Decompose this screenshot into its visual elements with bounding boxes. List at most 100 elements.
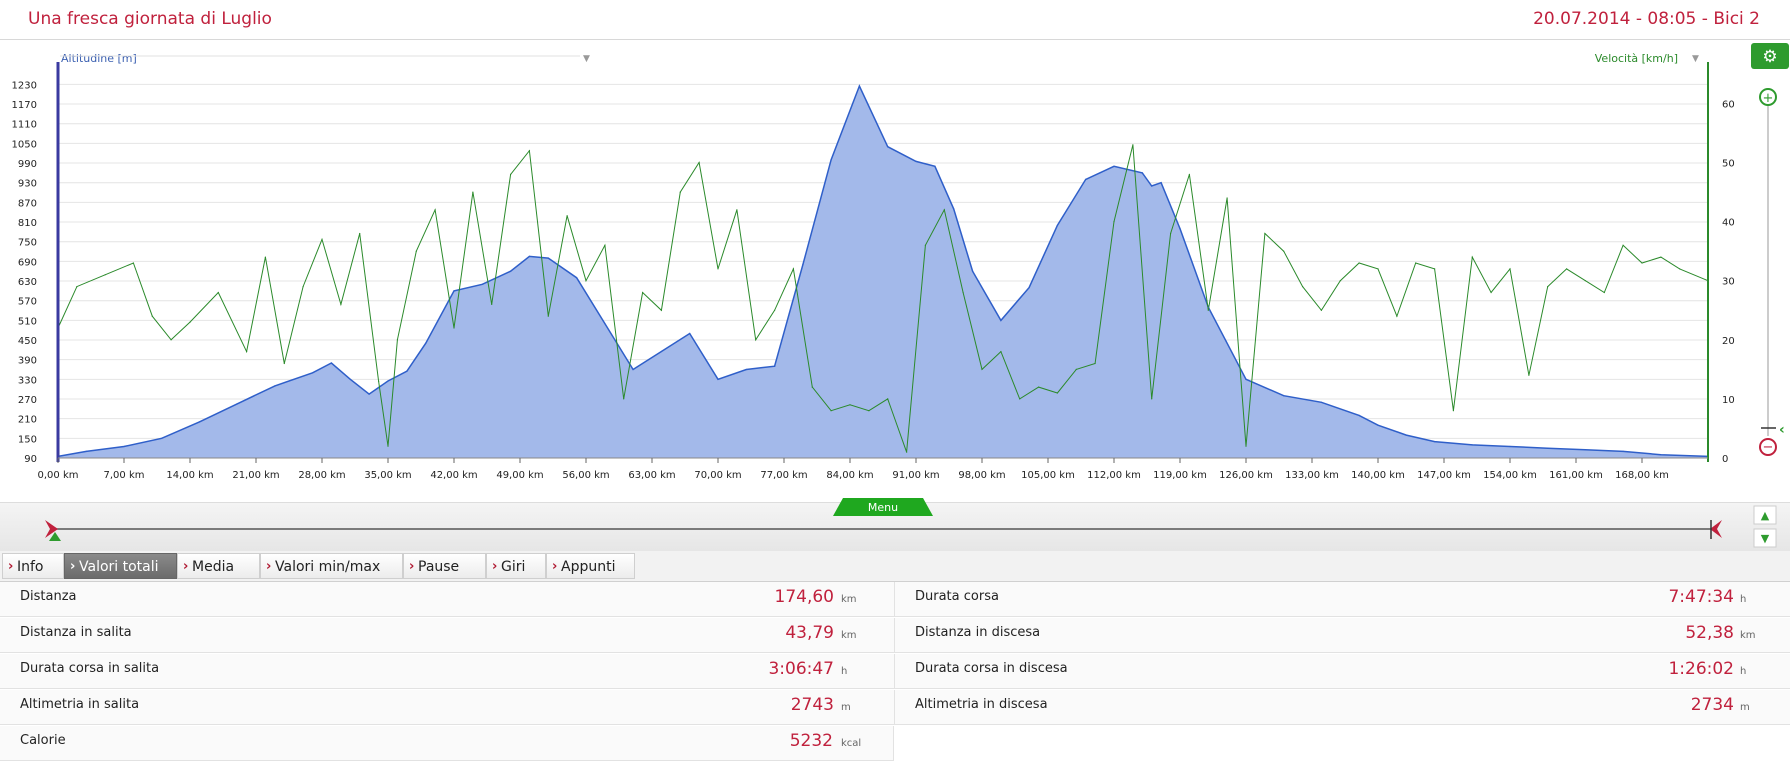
tab-valori-min-max[interactable]: › Valori min/max (260, 553, 403, 579)
speed-point (547, 315, 549, 317)
chevron-right-icon: › (552, 559, 558, 574)
altitude-speed-chart[interactable]: 1230117011101050990930870810750690630570… (0, 40, 1790, 502)
stat-value: 43,79 (785, 623, 834, 643)
x-tick-label: 98,00 km (958, 470, 1005, 481)
altitude-point (406, 370, 408, 372)
chevron-up-icon: ▲ (1761, 509, 1770, 522)
speed-point (660, 309, 663, 311)
left-tick-label: 90 (24, 454, 37, 465)
speed-point (396, 339, 398, 341)
altitude-point (1179, 228, 1181, 230)
speed-point (1170, 232, 1172, 235)
left-tick-label: 450 (18, 336, 37, 347)
speed-point (1660, 256, 1662, 258)
x-tick-label: 84,00 km (826, 470, 873, 481)
altitude-point (547, 257, 549, 259)
right-tick-label: 60 (1722, 99, 1735, 110)
speed-point (1056, 392, 1058, 394)
altitude-point (887, 146, 889, 148)
range-start-handle[interactable] (45, 520, 61, 541)
stat-value: 174,60 (774, 587, 834, 607)
altitude-point (425, 342, 427, 344)
zoom-out-button[interactable]: − (1759, 438, 1777, 456)
speed-point (962, 291, 964, 294)
zoom-slider-handle[interactable]: ‹ (1761, 422, 1785, 438)
altitude-point (510, 270, 512, 272)
scroll-up-button[interactable]: ▲ (1753, 505, 1777, 525)
speed-point (1528, 374, 1530, 376)
stat-label: Distanza (20, 589, 77, 604)
speed-point (170, 339, 172, 341)
stat-value: 1:26:02 (1668, 659, 1734, 679)
tab-info[interactable]: › Info (2, 553, 64, 579)
speed-point (510, 173, 512, 175)
stat-label: Altimetria in discesa (915, 697, 1048, 712)
speed-point (1302, 286, 1304, 288)
stats-panel: Distanza 174,60 km Distanza in salita 43… (0, 582, 1790, 780)
speed-point (981, 368, 983, 370)
altitude-point (1113, 165, 1115, 167)
x-tick-label: 28,00 km (298, 470, 345, 481)
tab-media[interactable]: › Media (177, 553, 260, 579)
speed-point (1566, 268, 1568, 270)
stat-unit: km (841, 630, 857, 641)
stat-label: Durata corsa in discesa (915, 661, 1068, 676)
altitude-point (1151, 185, 1153, 187)
x-tick-label: 63,00 km (628, 470, 675, 481)
left-tick-label: 630 (18, 277, 37, 288)
altitude-point (85, 450, 87, 452)
speed-point (151, 315, 153, 317)
left-tick-label: 870 (18, 198, 37, 209)
tab-appunti[interactable]: › Appunti (546, 553, 635, 579)
speed-point (1641, 262, 1643, 264)
x-tick-label: 91,00 km (892, 470, 939, 481)
stat-value: 5232 (789, 731, 833, 751)
tab-valori-totali[interactable]: › Valori totali (64, 553, 177, 579)
right-tick-label: 0 (1722, 454, 1728, 465)
stat-value: 7:47:34 (1668, 587, 1734, 607)
altitude-point (236, 403, 238, 405)
speed-point (811, 386, 813, 388)
speed-point (906, 451, 908, 453)
right-tick-label: 10 (1722, 395, 1735, 406)
plus-icon: + (1763, 91, 1774, 106)
stat-value: 3:06:47 (768, 659, 834, 679)
x-tick-label: 147,00 km (1417, 470, 1471, 481)
zoom-in-button[interactable]: + (1759, 88, 1777, 106)
speed-point (359, 232, 361, 235)
speed-point (1320, 309, 1322, 311)
scroll-down-button[interactable]: ▼ (1753, 528, 1777, 548)
menu-button[interactable]: Menu (833, 498, 933, 516)
x-tick-label: 21,00 km (232, 470, 279, 481)
altitude-point (387, 380, 389, 382)
altitude-point (632, 368, 634, 371)
right-tick-label: 50 (1722, 159, 1735, 170)
tab-pause[interactable]: › Pause (403, 553, 486, 579)
stat-row: Distanza in discesa 52,38 km (894, 618, 1790, 653)
speed-point (792, 268, 795, 270)
speed-point (774, 309, 776, 311)
left-tick-label: 570 (18, 297, 37, 308)
speed-point (340, 303, 342, 305)
tab-giri[interactable]: › Giri (486, 553, 546, 579)
altitude-point (330, 362, 332, 364)
altitude-point (1660, 454, 1662, 456)
speed-point (755, 339, 757, 341)
chart-area[interactable]: 1230 1170 1110 1050 990 930 870 810 750 690 630 570… (0, 40, 1790, 502)
stat-unit: km (841, 594, 857, 605)
speed-point (453, 327, 455, 329)
stat-row: Distanza in salita 43,79 km (0, 618, 894, 653)
speed-point (1396, 315, 1398, 317)
chevron-right-icon: › (266, 559, 272, 574)
altitude-point (660, 350, 663, 353)
settings-button[interactable]: ⚙ (1751, 43, 1789, 69)
right-axis-dropdown-icon[interactable]: ▼ (1692, 54, 1699, 64)
speed-point (1377, 268, 1379, 270)
speed-point (943, 209, 945, 211)
speed-point (1094, 362, 1096, 365)
range-end-handle[interactable] (1710, 520, 1722, 539)
left-axis-dropdown-icon[interactable]: ▼ (583, 54, 590, 64)
speed-point (387, 445, 389, 447)
speed-point (1679, 268, 1681, 270)
altitude-point (1547, 447, 1549, 449)
